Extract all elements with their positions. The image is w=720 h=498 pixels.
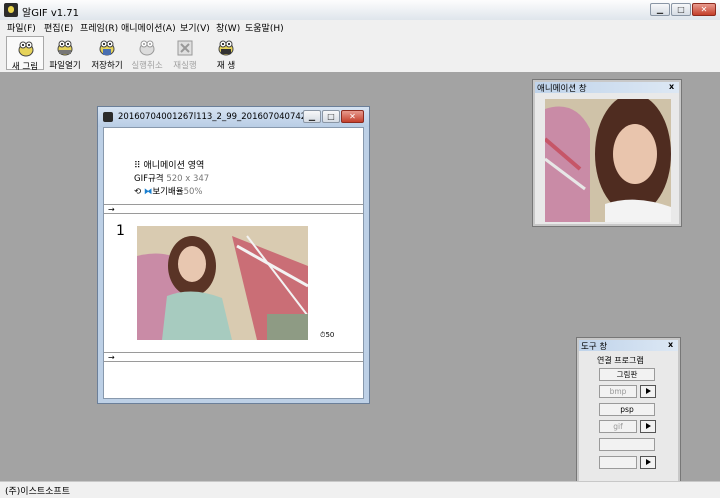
menu-frame[interactable]: 프레임(R) [80, 21, 118, 34]
animation-panel-titlebar[interactable]: 애니메이션 창 [535, 82, 679, 94]
animation-preview-art [545, 99, 671, 222]
undo-button[interactable]: 실행취소 [128, 36, 166, 71]
new-image-label: 새 그림 [11, 62, 39, 72]
doc-close-button[interactable]: ✕ [341, 110, 364, 123]
tools-panel-close-icon[interactable]: x [668, 340, 673, 349]
menu-file[interactable]: 파일(F) [7, 21, 36, 34]
minimize-button[interactable]: ▁ [650, 3, 670, 16]
doc-maximize-button[interactable]: □ [322, 110, 340, 123]
doc-minimize-button[interactable]: ▁ [303, 110, 321, 123]
gif-spec-label: GIF규격 [134, 174, 164, 184]
zoom-value: 50% [183, 187, 203, 197]
app-titlebar[interactable]: 알GIF v1.71 ▁ □ ✕ [0, 0, 720, 21]
document-body: ⠿ 애니메이션 영역 GIF규격 520 x 347 ⟲ ⧓보기배율50% → … [103, 127, 364, 399]
new-image-button[interactable]: 새 그림 [6, 36, 44, 72]
menu-edit[interactable]: 편집(E) [44, 21, 73, 34]
zoom-label: 보기배율 [152, 187, 184, 197]
maximize-icon: □ [677, 5, 685, 14]
tools-panel-titlebar[interactable]: 도구 창 [579, 340, 678, 352]
menu-bar: 파일(F) 편집(E) 프레임(R) 애니메이션(A) 보기(V) 창(W) 도… [0, 20, 720, 34]
redo-label: 재실행 [173, 61, 197, 71]
status-text: (주)이스트소프트 [5, 487, 70, 497]
minimize-icon: ▁ [308, 112, 316, 121]
rotate-icon[interactable]: ⟲ [134, 187, 141, 197]
open-with-label: 연결 프로그램 [597, 356, 644, 365]
anim-area-row: ⠿ 애니메이션 영역 [134, 158, 204, 171]
play-icon [218, 40, 234, 56]
undo-icon [139, 40, 155, 56]
maximize-icon: □ [327, 112, 335, 121]
divider [104, 204, 363, 205]
open-file-icon [57, 40, 73, 56]
menu-window[interactable]: 창(W) [216, 21, 240, 34]
menu-animation[interactable]: 애니메이션(A) [121, 21, 176, 34]
frame-delay-value: 50 [325, 331, 335, 339]
play-button[interactable]: 재 생 [207, 36, 245, 71]
psp-button[interactable]: psp [599, 403, 655, 416]
open-file-label: 파일열기 [49, 61, 81, 71]
zoom-row: ⟲ ⧓보기배율50% [134, 185, 203, 197]
frame-number: 1 [116, 223, 125, 239]
extra-tool-button[interactable] [599, 456, 637, 469]
status-bar: (주)이스트소프트 [0, 481, 720, 498]
frame-photo-art [137, 226, 308, 340]
menu-view[interactable]: 보기(V) [180, 21, 210, 34]
animation-panel: 애니메이션 창 x [533, 80, 681, 226]
document-title: 20160704001267l113_2_99_20160704074207.j… [118, 112, 303, 122]
maximize-button[interactable]: □ [671, 3, 691, 16]
gif-spec-row: GIF규격 520 x 347 [134, 172, 209, 184]
document-icon [103, 112, 113, 122]
close-button[interactable]: ✕ [692, 3, 716, 16]
gif-play-icon[interactable] [640, 420, 656, 433]
minimize-icon: ▁ [656, 5, 664, 14]
divider [104, 213, 363, 214]
grid-icon: ⠿ [134, 161, 141, 171]
bmp-play-icon[interactable] [640, 385, 656, 398]
frame-image[interactable] [137, 226, 308, 340]
gif-spec-value: 520 x 347 [166, 174, 210, 184]
animation-preview [545, 99, 671, 222]
tools-panel-title: 도구 창 [581, 342, 608, 352]
close-icon: ✕ [700, 5, 708, 14]
extra-play-icon[interactable] [640, 456, 656, 469]
extra-tool-button[interactable] [599, 438, 655, 451]
toolbar: 새 그림 파일열기 저장하기 실행취소 재실행 재 생 [0, 34, 720, 73]
gif-button[interactable]: gif [599, 420, 637, 433]
app-logo-icon [4, 3, 18, 17]
animation-panel-title: 애니메이션 창 [537, 84, 587, 94]
app-title: 알GIF v1.71 [22, 8, 80, 19]
animation-panel-close-icon[interactable]: x [669, 82, 674, 91]
frame-delay[interactable]: ⏱50 [320, 331, 334, 340]
open-file-button[interactable]: 파일열기 [46, 36, 84, 71]
tools-panel: 도구 창 x 연결 프로그램 그림판 bmp psp gif [577, 338, 680, 488]
save-icon [99, 40, 115, 56]
menu-help[interactable]: 도움말(H) [245, 21, 284, 34]
play-label: 재 생 [216, 61, 236, 71]
document-titlebar[interactable]: 20160704001267l113_2_99_20160704074207.j… [98, 107, 369, 127]
anim-area-label: 애니메이션 영역 [143, 161, 205, 171]
bmp-button[interactable]: bmp [599, 385, 637, 398]
document-window: 20160704001267l113_2_99_20160704074207.j… [97, 106, 370, 404]
redo-icon [177, 40, 193, 56]
divider [104, 361, 363, 362]
redo-button[interactable]: 재실행 [166, 36, 204, 71]
close-icon: ✕ [349, 112, 356, 121]
divider [104, 352, 363, 353]
save-button[interactable]: 저장하기 [88, 36, 126, 71]
paint-button[interactable]: 그림판 [599, 368, 655, 381]
new-image-icon [18, 41, 34, 57]
